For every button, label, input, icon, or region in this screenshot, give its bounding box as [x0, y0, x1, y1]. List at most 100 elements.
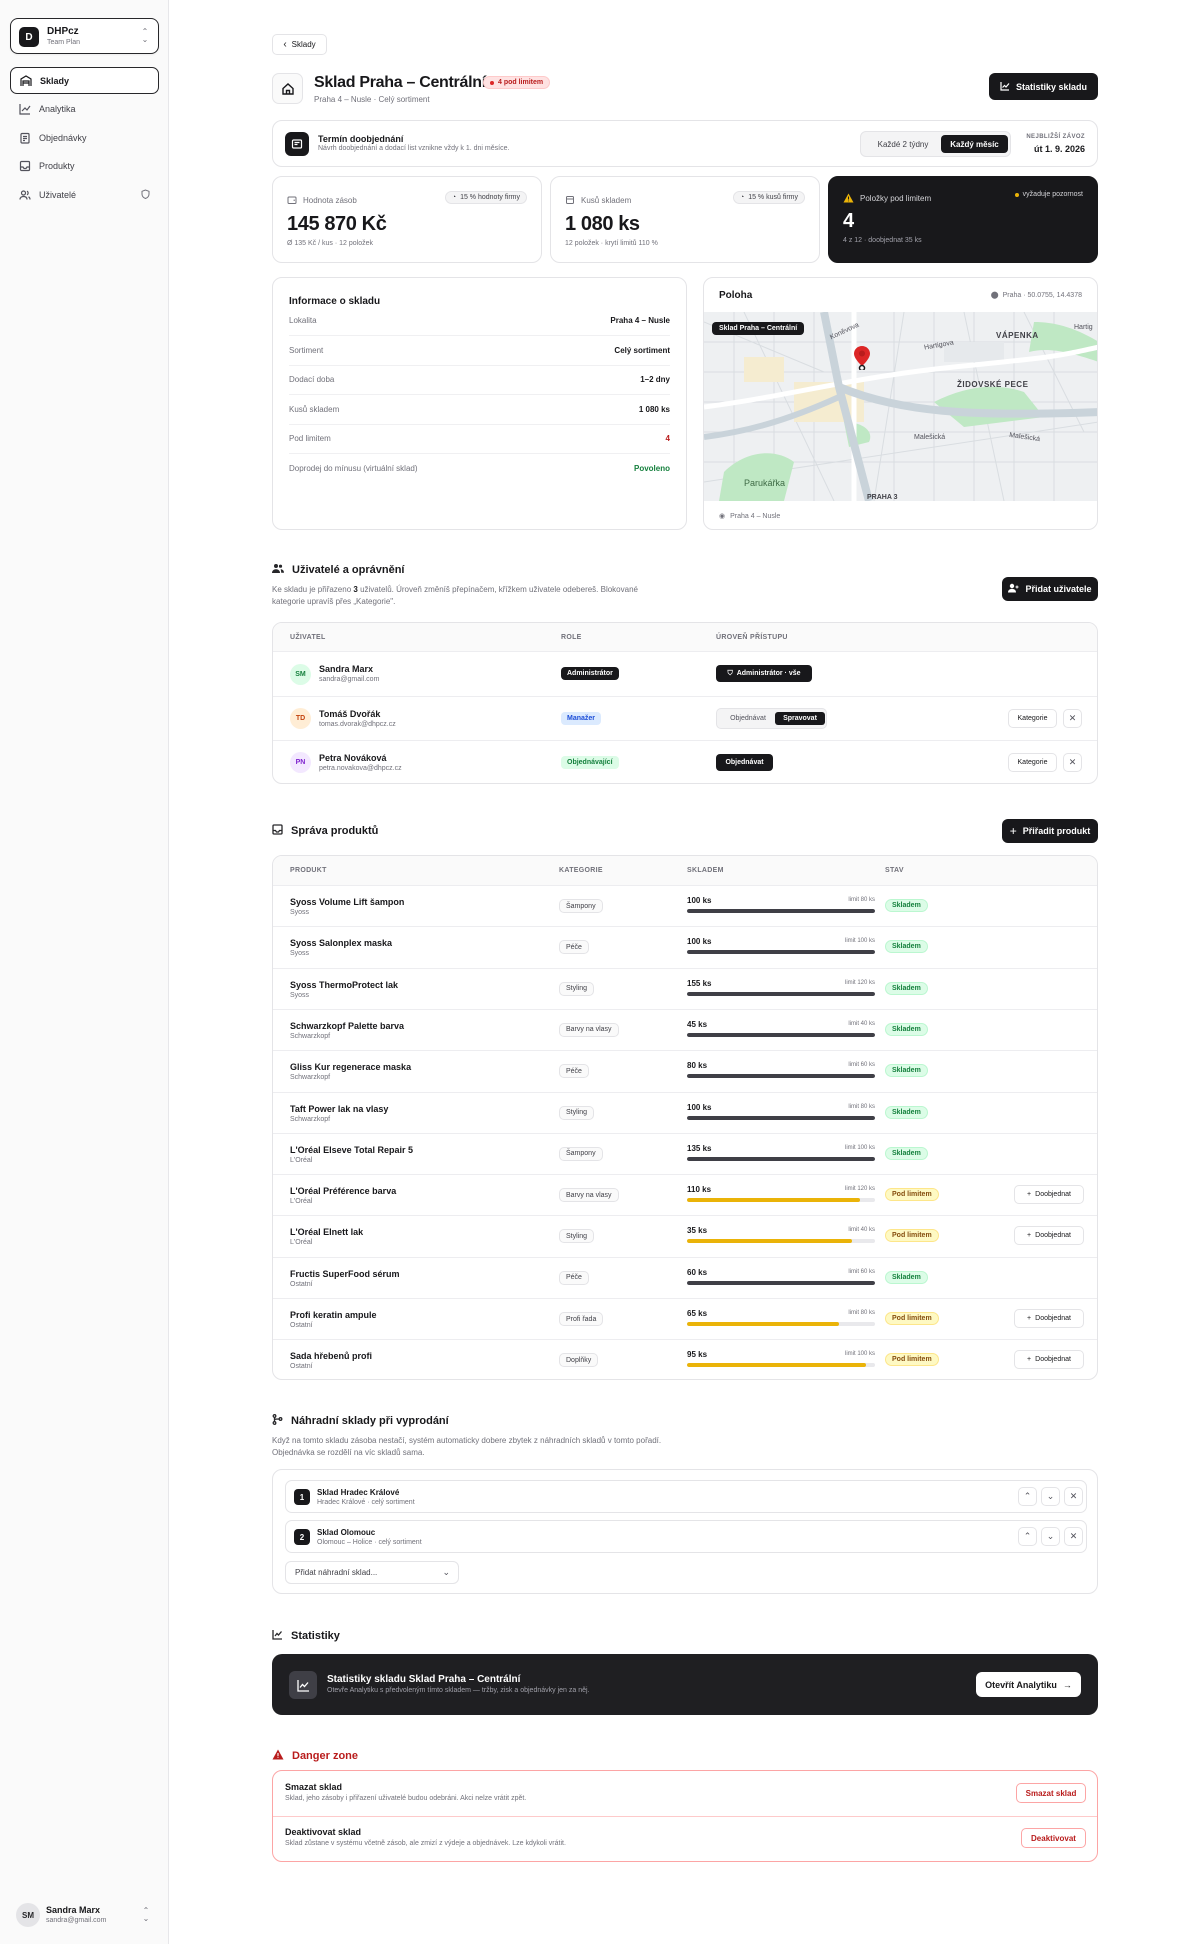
remove-user-icon[interactable]: ✕ — [1063, 753, 1082, 772]
sidebar-item-sklady[interactable]: Sklady — [10, 67, 159, 94]
team-plan: Team Plan — [47, 39, 81, 46]
shield-icon — [141, 189, 150, 201]
chevron-left-icon: ‹ — [283, 39, 287, 50]
move-up-icon[interactable]: ⌃ — [1018, 1487, 1037, 1506]
reorder-label: Doobjednat — [1035, 1315, 1071, 1322]
back-button[interactable]: ‹ Sklady — [272, 34, 327, 55]
team-switcher[interactable]: D DHPcz Team Plan ⌃ ⌄ — [10, 18, 159, 54]
reorder-button[interactable]: + Doobjednat — [1014, 1350, 1084, 1370]
stock-bar — [687, 1074, 875, 1079]
move-down-icon[interactable]: ⌄ — [1041, 1487, 1060, 1506]
user-name: Sandra Marx — [46, 1905, 101, 1915]
col-header: STAV — [885, 867, 904, 874]
attention-badge: vyžaduje pozornost — [1014, 191, 1083, 198]
users-title-label: Uživatelé a oprávnění — [292, 564, 405, 576]
deactivate-warehouse-button[interactable]: Deaktivovat — [1021, 1828, 1086, 1848]
assign-product-label: Přiřadit produkt — [1022, 826, 1091, 836]
option-monthly[interactable]: Každý měsíc — [941, 135, 1008, 153]
reorder-button[interactable]: + Doobjednat — [1014, 1309, 1084, 1328]
info-value: Celý sortiment — [614, 345, 670, 355]
product-brand: Syoss — [290, 950, 310, 958]
category-chip: Profi řada — [559, 1312, 604, 1326]
chart-line-icon — [289, 1671, 317, 1699]
kpi-label: Položky pod limitem — [860, 194, 932, 203]
delete-warehouse-button[interactable]: Smazat sklad — [1016, 1783, 1086, 1803]
reorder-toggle: Každé 2 týdny Každý měsíc — [860, 131, 1011, 157]
table-row: Syoss Salonplex maska Syoss Péče 100 ks … — [273, 926, 1097, 967]
remove-user-icon[interactable]: ✕ — [1063, 709, 1082, 728]
map-pin-icon[interactable] — [854, 346, 870, 373]
move-down-icon[interactable]: ⌄ — [1041, 1527, 1060, 1546]
categories-button[interactable]: Kategorie — [1008, 753, 1057, 772]
reorder-card: Termín doobjednání Návrh doobjednání a d… — [272, 120, 1098, 167]
fallback-title-label: Náhradní sklady při vyprodání — [291, 1415, 449, 1427]
move-up-icon[interactable]: ⌃ — [1018, 1527, 1037, 1546]
add-fallback-select[interactable]: Přidat náhradní sklad... ⌄ — [285, 1561, 459, 1584]
access-option-order[interactable]: Objednávat — [716, 754, 773, 771]
user-plus-icon — [1008, 583, 1019, 595]
divider — [289, 394, 670, 395]
product-name: Fructis SuperFood sérum — [290, 1268, 400, 1279]
product-name: Syoss ThermoProtect lak — [290, 979, 399, 990]
avatar: SM — [290, 664, 311, 685]
divider — [273, 651, 1097, 652]
stock-limit: limit 60 ks — [848, 1062, 875, 1069]
access-admin-pill: ⛉ Administrátor · vše — [716, 665, 812, 682]
col-header: KATEGORIE — [559, 867, 603, 874]
categories-button[interactable]: Kategorie — [1008, 709, 1057, 728]
remove-fallback-icon[interactable]: ✕ — [1064, 1527, 1083, 1546]
inbox-icon — [19, 160, 31, 172]
wallet-icon — [287, 193, 297, 208]
assign-product-button[interactable]: + Přiřadit produkt — [1002, 819, 1098, 843]
info-key: Doprodej do mínusu (virtuální sklad) — [289, 463, 418, 473]
open-analytics-button[interactable]: Otevřít Analytiku → — [976, 1672, 1081, 1697]
team-name: DHPcz — [47, 26, 79, 37]
kpi-stock-value: Hodnota zásob ◔ 15 % hodnoty firmy 145 87… — [272, 176, 542, 263]
fallback-sub: Olomouc – Holice · celý sortiment — [317, 1539, 422, 1546]
avatar: TD — [290, 708, 311, 729]
option-two-weeks[interactable]: Každé 2 týdny — [864, 135, 942, 153]
divider — [273, 1256, 1097, 1258]
git-branch-icon — [272, 1414, 283, 1428]
stock-value: 45 ks — [687, 1019, 708, 1029]
warehouse-info-card: Informace o skladu Lokalita Praha 4 – Nus… — [272, 277, 687, 530]
sidebar-item-analytika[interactable]: Analytika — [10, 95, 159, 122]
coords-label: Praha · 50.0755, 14.4378 — [1002, 291, 1082, 299]
badge-label: 4 pod limitem — [498, 79, 544, 86]
stock-bar-fill — [687, 1363, 866, 1368]
access-option-manage[interactable]: Spravovat — [775, 712, 825, 725]
sidebar-item-produkty[interactable]: Produkty — [10, 152, 159, 179]
remove-fallback-icon[interactable]: ✕ — [1064, 1487, 1083, 1506]
sidebar-item-uzivatele[interactable]: Uživatelé — [10, 181, 159, 208]
info-key: Pod limitem — [289, 434, 331, 443]
divider — [273, 1174, 1097, 1176]
table-row: Profi keratin ampule Ostatní Profi řada … — [273, 1298, 1097, 1339]
stock-limit: limit 100 ks — [844, 1351, 875, 1358]
kpi-badge: ◔ 15 % hodnoty firmy — [444, 191, 527, 204]
table-row: Taft Power lak na vlasy Schwarzkopf Styl… — [273, 1091, 1097, 1133]
user-menu[interactable]: SM Sandra Marx sandra@gmail.com ⌃ ⌄ — [10, 1900, 159, 1930]
fallback-card: 1 Sklad Hradec Králové Hradec Králové · … — [272, 1469, 1098, 1594]
stock-bar-fill — [687, 950, 875, 955]
divider — [273, 1050, 1097, 1052]
product-name: L'Oréal Elnett lak — [290, 1227, 364, 1238]
sidebar-item-objednavky[interactable]: Objednávky — [10, 124, 159, 151]
col-header: PRODUKT — [290, 867, 327, 874]
map-view[interactable]: Sklad Praha – Centrální VÁPENKA ŽIDOVSKÉ… — [704, 311, 1097, 503]
reorder-label: Doobjednat — [1035, 1191, 1071, 1199]
add-user-button[interactable]: Přidat uživatele — [1002, 577, 1098, 601]
danger-section-title: Danger zone — [272, 1749, 358, 1763]
category-chip: Doplňky — [559, 1353, 599, 1368]
access-option-order[interactable]: Objednávat — [720, 712, 776, 725]
reorder-button[interactable]: + Doobjednat — [1014, 1226, 1084, 1246]
info-key: Kusů skladem — [289, 404, 340, 414]
table-row: L'Oréal Elnett lak L'Oréal Styling 35 ks… — [273, 1215, 1097, 1256]
product-brand: Ostatní — [290, 1280, 313, 1288]
stock-limit: limit 100 ks — [844, 938, 875, 945]
fallback-section-title: Náhradní sklady při vyprodání — [272, 1414, 449, 1428]
location-pin-icon: ◉ — [719, 513, 726, 520]
stock-limit: limit 80 ks — [848, 1103, 875, 1110]
stats-button[interactable]: Statistiky skladu — [989, 73, 1098, 100]
reorder-button[interactable]: + Doobjednat — [1014, 1185, 1084, 1205]
stock-bar-fill — [687, 1032, 875, 1037]
